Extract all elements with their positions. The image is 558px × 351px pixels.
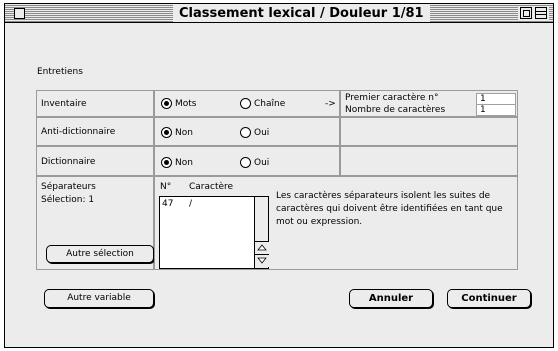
window-title: Classement lexical / Douleur 1/81: [173, 5, 430, 22]
section-label: Entretiens: [37, 67, 83, 77]
list-item-no[interactable]: 47: [162, 199, 173, 209]
list-scrollbar[interactable]: [254, 197, 269, 268]
radio-anti-non-label: Non: [175, 128, 193, 138]
arrow-indicator: ->: [325, 99, 336, 109]
empty-cell-2: [340, 117, 518, 146]
separateurs-list-cell: N° Caractère 47 / Les caractères séparat…: [154, 176, 518, 270]
separateurs-label: Séparateurs: [41, 182, 96, 192]
dictionnaire-label-cell: Dictionnaire: [36, 146, 154, 176]
radio-dict-non[interactable]: [161, 157, 172, 168]
zoom-box-icon[interactable]: [520, 7, 532, 19]
radio-mots[interactable]: [161, 98, 172, 109]
nombre-caracteres-label: Nombre de caractères: [345, 105, 446, 115]
inventaire-label-cell: Inventaire: [36, 90, 154, 117]
nombre-caracteres-field[interactable]: 1: [476, 104, 516, 116]
separateurs-label-cell: Séparateurs Sélection: 1 Autre sélection: [36, 176, 154, 270]
anti-dictionnaire-options-cell: Non Oui: [154, 117, 340, 146]
col-header-caractere: Caractère: [189, 182, 234, 192]
scroll-down-icon[interactable]: [255, 254, 269, 267]
dictionnaire-options-cell: Non Oui: [154, 146, 340, 176]
anti-dictionnaire-label-cell: Anti-dictionnaire: [36, 117, 154, 146]
radio-chaine-label: Chaîne: [254, 99, 286, 109]
radio-mots-label: Mots: [175, 99, 197, 109]
radio-dict-oui[interactable]: [240, 157, 251, 168]
caracteres-cell: Premier caractère n° 1 Nombre de caractè…: [340, 90, 518, 117]
separateurs-listbox[interactable]: 47 /: [159, 196, 269, 269]
selection-count: Sélection: 1: [41, 195, 95, 205]
scroll-up-icon[interactable]: [255, 241, 269, 254]
premier-caractere-label: Premier caractère n°: [345, 93, 439, 103]
radio-dict-non-label: Non: [175, 158, 193, 168]
annuler-button[interactable]: Annuler: [349, 289, 433, 308]
col-header-no: N°: [160, 182, 172, 192]
radio-dict-oui-label: Oui: [254, 158, 270, 168]
inventaire-options-cell: Mots Chaîne ->: [154, 90, 340, 117]
continuer-button[interactable]: Continuer: [447, 289, 531, 308]
dictionnaire-label: Dictionnaire: [41, 157, 96, 167]
windowshade-box-icon[interactable]: [535, 7, 547, 19]
close-box-icon[interactable]: [14, 8, 25, 19]
autre-selection-button[interactable]: Autre sélection: [46, 245, 154, 263]
anti-dictionnaire-label: Anti-dictionnaire: [41, 127, 116, 137]
empty-cell-3: [340, 146, 518, 176]
separateurs-description: Les caractères séparateurs isolent les s…: [276, 191, 503, 227]
radio-anti-non[interactable]: [161, 127, 172, 138]
radio-chaine[interactable]: [240, 98, 251, 109]
title-bar[interactable]: Classement lexical / Douleur 1/81: [5, 4, 553, 23]
radio-anti-oui[interactable]: [240, 127, 251, 138]
inventaire-label: Inventaire: [41, 99, 87, 109]
radio-anti-oui-label: Oui: [254, 128, 270, 138]
autre-variable-button[interactable]: Autre variable: [44, 289, 154, 308]
list-item-char[interactable]: /: [189, 199, 192, 209]
